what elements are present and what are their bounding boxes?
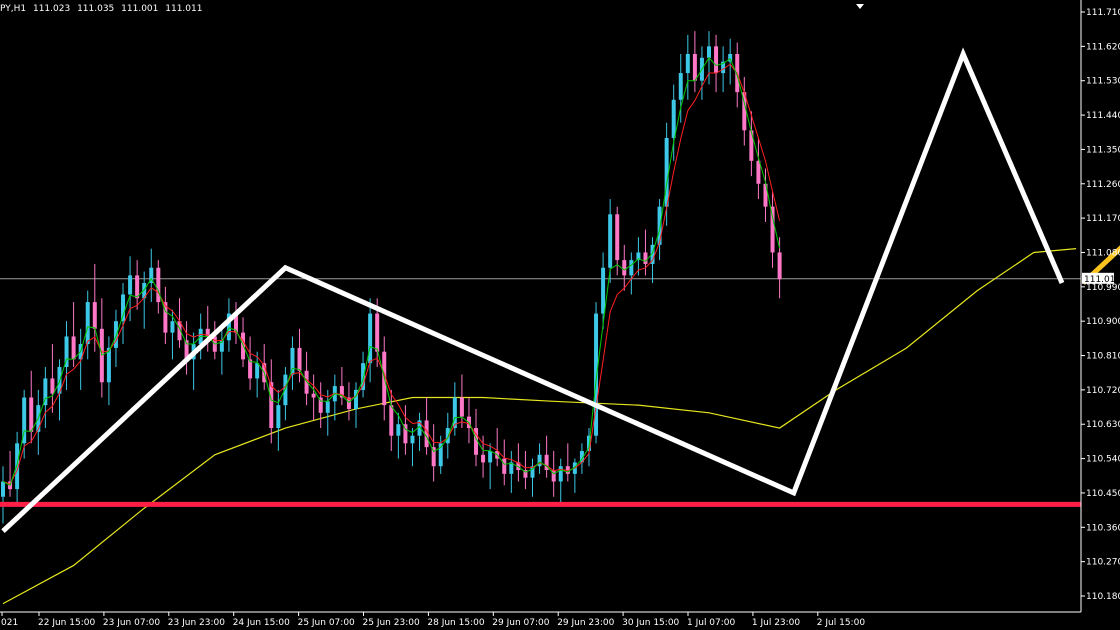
candle-body (615, 214, 620, 261)
time-label: 1 Jul 07:00 (687, 618, 736, 628)
price-label: 111.260 (1086, 180, 1120, 190)
candle-body (121, 294, 126, 322)
price-label: 111.440 (1086, 111, 1120, 121)
candle-body (657, 206, 662, 245)
candle-body (92, 302, 97, 329)
candle-body (375, 313, 380, 352)
candle-body (29, 397, 34, 432)
chart-shift-marker[interactable] (856, 4, 864, 9)
candle-body (290, 347, 295, 375)
price-label: 110.450 (1086, 489, 1120, 499)
time-label: 1 Jul 23:00 (752, 618, 801, 628)
candle-body (106, 347, 111, 383)
chart-window[interactable]: PY,H1 111.023 111.035 111.001 111.011 11… (0, 0, 1120, 630)
candle-body (255, 363, 260, 379)
candle-body (770, 206, 775, 253)
price-label: 110.810 (1086, 352, 1120, 362)
ma-slow-line (2, 248, 1077, 605)
candle-body (749, 130, 754, 161)
candle-body (622, 260, 627, 276)
candle-body (276, 405, 281, 429)
price-label: 111.530 (1086, 77, 1120, 87)
price-label: 111.080 (1086, 248, 1120, 258)
candle-body (113, 321, 118, 348)
time-label: 2 Jul 15:00 (817, 618, 866, 628)
candle-body (664, 137, 669, 207)
price-label: 110.720 (1086, 386, 1120, 396)
time-label: 30 Jun 15:00 (622, 618, 679, 628)
candle-body (128, 275, 133, 295)
price-label: 111.170 (1086, 214, 1120, 224)
time-label: 24 Jun 15:00 (233, 618, 290, 628)
plot-area[interactable] (0, 31, 1120, 605)
candle-body (502, 458, 507, 474)
candle-body (85, 302, 90, 345)
candle-body (71, 336, 76, 360)
current-price-label: 111.011 (1084, 275, 1120, 285)
candle-body (707, 46, 711, 58)
candle-body (297, 347, 302, 371)
time-label: 23 Jun 23:00 (168, 618, 225, 628)
candle-body (608, 214, 613, 268)
candle-body (488, 450, 493, 463)
candle-body (459, 397, 464, 417)
time-label: 23 Jun 07:00 (103, 618, 160, 628)
candle-body (643, 252, 648, 264)
time-label: 29 Jun 23:00 (557, 618, 614, 628)
price-chart[interactable]: 111.710 111.620 111.530 111.440 111.350 111.2… (0, 0, 1120, 630)
candle-body (692, 53, 697, 81)
price-label: 110.540 (1086, 455, 1120, 465)
time-label: 29 Jun 07:00 (492, 618, 549, 628)
candle-body (311, 393, 316, 398)
candle-body (671, 99, 676, 138)
price-label: 110.270 (1086, 558, 1120, 568)
candle-body (601, 267, 606, 314)
time-label: 22 Jun 15:00 (38, 618, 95, 628)
axes: 111.710 111.620 111.530 111.440 111.350 111.2… (0, 0, 1120, 628)
candle-body (685, 53, 690, 74)
price-label: 111.710 (1086, 8, 1120, 18)
time-label: 28 Jun 15:00 (427, 618, 484, 628)
price-label: 111.620 (1086, 42, 1120, 52)
candle-body (410, 435, 415, 444)
candle-body (325, 401, 330, 413)
candle-body (558, 466, 563, 482)
candle-body (728, 53, 733, 62)
candle-body (678, 73, 683, 100)
candle-body (283, 374, 288, 406)
candle-body (368, 313, 373, 364)
price-label: 110.900 (1086, 317, 1120, 327)
candle-body (431, 447, 436, 467)
candle-body (1, 481, 5, 497)
candle-body (50, 378, 55, 394)
time-label: 021 (1, 618, 18, 628)
candle-body (629, 260, 634, 276)
candle-body (481, 454, 486, 463)
price-label: 111.350 (1086, 145, 1120, 155)
price-label: 110.360 (1086, 523, 1120, 533)
time-label: 25 Jun 23:00 (363, 618, 420, 628)
candle-body (714, 46, 719, 74)
price-label: 110.180 (1086, 592, 1120, 602)
time-label: 25 Jun 07:00 (298, 618, 355, 628)
candle-body (389, 405, 394, 436)
candle-body (269, 382, 274, 429)
candle-body (156, 267, 161, 303)
candle-body (170, 321, 175, 333)
candle-body (777, 252, 782, 280)
price-label: 110.630 (1086, 420, 1120, 430)
candle-body (396, 424, 401, 436)
